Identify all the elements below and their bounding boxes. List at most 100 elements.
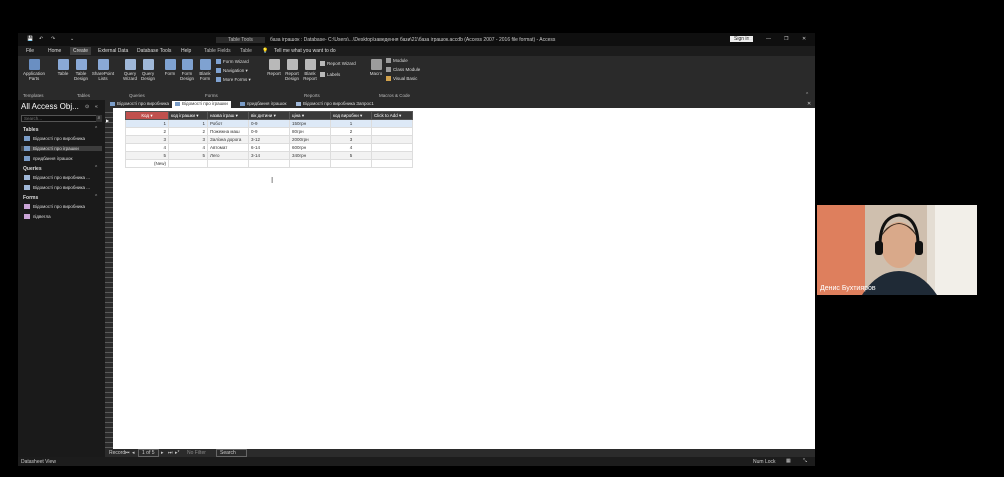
tab-table[interactable]: Table xyxy=(240,48,252,54)
table-cell[interactable]: Лего xyxy=(207,151,249,160)
click-to-add-header[interactable]: Click to Add ▾ xyxy=(371,111,413,120)
maximize-icon[interactable]: ❐ xyxy=(784,36,788,42)
record-search-input[interactable]: Search xyxy=(216,449,247,457)
report-design-button[interactable]: Report Design xyxy=(283,59,301,81)
column-header[interactable]: ціна ▾ xyxy=(289,111,331,120)
table-cell[interactable]: 3 xyxy=(168,135,208,144)
table-cell[interactable]: 1 xyxy=(168,119,208,128)
table-cell[interactable]: 6-14 xyxy=(248,143,290,152)
table-cell[interactable]: 5 xyxy=(330,151,372,160)
table-cell[interactable]: 80грн xyxy=(289,127,331,136)
table-cell[interactable]: 600грн xyxy=(289,143,331,152)
table-cell[interactable]: 1 xyxy=(125,119,169,128)
table-cell[interactable]: 2 xyxy=(168,127,208,136)
table-cell[interactable] xyxy=(207,159,249,168)
table-cell[interactable]: 4 xyxy=(125,143,169,152)
query-design-button[interactable]: Query Design xyxy=(139,59,157,81)
table-cell[interactable]: 0-9 xyxy=(248,127,290,136)
column-header[interactable]: вік дитини ▾ xyxy=(248,111,290,120)
minimize-icon[interactable]: — xyxy=(766,36,771,42)
table-cell[interactable]: 5 xyxy=(168,151,208,160)
module-button[interactable]: Module xyxy=(386,58,408,64)
nav-pane-menu-icon[interactable]: ⊙ xyxy=(85,104,89,110)
search-icon[interactable]: ⌕ xyxy=(96,115,102,122)
table-cell[interactable] xyxy=(168,159,208,168)
application-parts-button[interactable]: Application Parts xyxy=(21,59,47,81)
collapse-ribbon-icon[interactable]: ⌃ xyxy=(805,92,809,98)
table-cell[interactable]: 3 xyxy=(330,135,372,144)
labels-button[interactable]: Labels xyxy=(320,72,340,78)
nav-item-query[interactable]: Відомості про виробника ... xyxy=(24,175,90,181)
table-cell[interactable]: 3-12 xyxy=(248,135,290,144)
form-design-button[interactable]: Form Design xyxy=(179,59,195,81)
nav-pane-collapse-icon[interactable]: « xyxy=(95,104,98,110)
table-cell[interactable] xyxy=(371,127,413,136)
nav-item-table[interactable]: Відомості про іграшки xyxy=(21,146,102,152)
new-record-cell[interactable]: (New) xyxy=(125,159,169,168)
record-selector-current-icon[interactable]: ▶ xyxy=(106,118,109,123)
nav-item-form[interactable]: підвегла xyxy=(24,214,51,220)
nav-item-table[interactable]: Відомості про виробника xyxy=(24,136,85,142)
table-row[interactable]: 2 2 Пожежна маш 0-9 80грн 2 xyxy=(125,127,413,136)
tab-database-tools[interactable]: Database Tools xyxy=(137,48,171,54)
table-cell[interactable]: 0-9 xyxy=(248,119,290,128)
table-cell[interactable]: 4 xyxy=(330,143,372,152)
table-cell[interactable]: Пожежна маш xyxy=(207,127,249,136)
visual-basic-button[interactable]: Visual Basic xyxy=(386,76,417,82)
table-row[interactable]: 1 1 Робот 0-9 150грн 1 xyxy=(125,119,413,128)
save-icon[interactable]: 💾 xyxy=(27,36,33,42)
nav-item-query[interactable]: Відомості про виробника ... xyxy=(24,185,90,191)
table-row[interactable]: 3 3 Залізна дорога 3-12 2000грн 3 xyxy=(125,135,413,144)
undo-icon[interactable]: ↶ xyxy=(39,36,43,42)
design-view-icon[interactable]: ⤡ xyxy=(803,458,807,464)
ribbon-display-icon[interactable]: ▭ xyxy=(748,36,753,42)
new-record-row[interactable]: (New) xyxy=(125,159,413,168)
table-cell[interactable] xyxy=(289,159,331,168)
doc-tab[interactable]: Відомості про виробника Запрос1 xyxy=(293,101,377,108)
column-header[interactable]: код виробни ▾ xyxy=(330,111,372,120)
tab-help[interactable]: Help xyxy=(181,48,191,54)
doc-tab[interactable]: Відомості про виробника xyxy=(107,101,172,108)
table-row[interactable]: 4 4 Автомат 6-14 600грн 4 xyxy=(125,143,413,152)
sharepoint-lists-button[interactable]: SharePoint Lists xyxy=(91,59,115,81)
table-cell[interactable]: 1 xyxy=(330,119,372,128)
doc-tab-active[interactable]: Відомості про іграшки xyxy=(172,101,231,108)
report-button[interactable]: Report xyxy=(266,59,282,76)
macro-button[interactable]: Macro xyxy=(368,59,384,76)
nav-item-table[interactable]: придбання іграшок xyxy=(24,156,72,162)
tab-table-fields[interactable]: Table Fields xyxy=(204,48,231,54)
table-cell[interactable] xyxy=(248,159,290,168)
nav-item-form[interactable]: Відомості про виробника xyxy=(24,204,85,210)
nav-group-queries[interactable]: Queries xyxy=(23,166,42,172)
chevron-up-icon[interactable]: ⌃ xyxy=(94,194,98,200)
nav-group-forms[interactable]: Forms xyxy=(23,195,38,201)
table-cell[interactable] xyxy=(371,135,413,144)
tab-home[interactable]: Home xyxy=(48,48,61,54)
report-wizard-button[interactable]: Report Wizard xyxy=(320,61,356,67)
redo-icon[interactable]: ↷ xyxy=(51,36,55,42)
table-cell[interactable] xyxy=(371,151,413,160)
table-cell[interactable] xyxy=(371,143,413,152)
column-header[interactable]: Код ▾ xyxy=(125,111,169,120)
current-record-input[interactable]: 1 of 5 xyxy=(138,449,159,457)
chevron-up-icon[interactable]: ⌃ xyxy=(94,165,98,171)
table-cell[interactable]: 340грн xyxy=(289,151,331,160)
datasheet-view-icon[interactable]: ▦ xyxy=(786,458,791,464)
table-cell[interactable] xyxy=(330,159,372,168)
chevron-up-icon[interactable]: ⌃ xyxy=(94,126,98,132)
class-module-button[interactable]: Class Module xyxy=(386,67,420,73)
column-header[interactable]: код іграшки ▾ xyxy=(168,111,208,120)
table-cell[interactable]: 2000грн xyxy=(289,135,331,144)
doc-tab[interactable]: придбання іграшок xyxy=(237,101,289,108)
query-wizard-button[interactable]: Query Wizard xyxy=(121,59,139,81)
table-cell[interactable]: Робот xyxy=(207,119,249,128)
first-record-icon[interactable]: ⏮ xyxy=(125,450,130,456)
form-wizard-button[interactable]: Form Wizard xyxy=(216,59,249,65)
last-record-icon[interactable]: ⏭ xyxy=(168,450,173,456)
table-cell[interactable]: 150грн xyxy=(289,119,331,128)
form-button[interactable]: Form xyxy=(163,59,177,76)
tell-me-search[interactable]: Tell me what you want to do xyxy=(274,48,336,54)
table-cell[interactable] xyxy=(371,159,413,168)
nav-group-tables[interactable]: Tables xyxy=(23,127,38,133)
filter-indicator[interactable]: No Filter xyxy=(187,450,206,456)
